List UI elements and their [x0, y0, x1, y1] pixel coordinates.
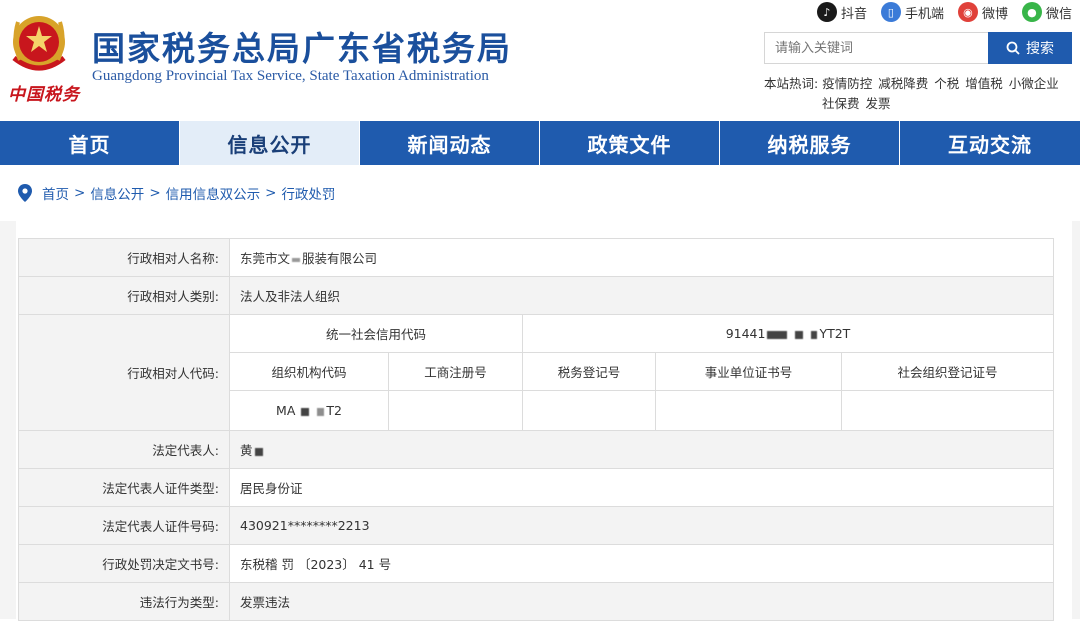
social-wechat[interactable]: ● 微信: [1021, 2, 1072, 22]
org-code-label: 组织机构代码: [229, 352, 389, 391]
decision-number-label: 行政处罚决定文书号:: [18, 544, 230, 583]
hot-word-link[interactable]: 疫情防控: [822, 76, 872, 91]
biz-reg-label: 工商注册号: [388, 352, 523, 391]
hot-word-link[interactable]: 小微企业: [1009, 76, 1059, 91]
institution-label: 事业单位证书号: [655, 352, 842, 391]
hot-word-link[interactable]: 增值税: [965, 76, 1003, 91]
table-row: 行政相对人名称: 东莞市文 服装有限公司: [18, 238, 1054, 277]
hot-word-link[interactable]: 减税降费: [878, 76, 928, 91]
location-pin-icon: [18, 184, 32, 202]
id-type-label: 法定代表人证件类型:: [18, 468, 230, 507]
wechat-icon: ●: [1021, 2, 1042, 22]
nav-item-interaction[interactable]: 互动交流: [900, 121, 1080, 165]
table-row: 法定代表人证件号码: 430921********2213: [18, 506, 1054, 545]
social-links: ♪ 抖音 ▯ 手机端 ◉ 微博 ● 微信: [816, 2, 1072, 22]
breadcrumb-admin-penalty[interactable]: 行政处罚: [281, 183, 335, 203]
main-nav: 首页 信息公开 新闻动态 政策文件 纳税服务 互动交流: [0, 121, 1080, 165]
search-icon: [1006, 41, 1020, 55]
social-org-value: [841, 390, 1054, 431]
search-input[interactable]: [764, 32, 988, 64]
hot-word-link[interactable]: 个税: [934, 76, 959, 91]
nav-item-info-disclosure[interactable]: 信息公开: [180, 121, 360, 165]
hot-word-link[interactable]: 社保费: [822, 96, 860, 111]
code-label: 行政相对人代码:: [18, 314, 230, 431]
nav-item-news[interactable]: 新闻动态: [360, 121, 540, 165]
breadcrumb-separator: >: [74, 185, 86, 201]
biz-reg-value: [388, 390, 523, 431]
name-value: 东莞市文 服装有限公司: [229, 238, 1054, 277]
social-mobile[interactable]: ▯ 手机端: [880, 2, 944, 22]
id-number-value: 430921********2213: [229, 506, 1054, 545]
social-douyin[interactable]: ♪ 抖音: [816, 2, 867, 22]
uscc-label: 统一社会信用代码: [229, 314, 523, 353]
institution-value: [655, 390, 842, 431]
violation-type-label: 违法行为类型:: [18, 582, 230, 621]
site-title[interactable]: 国家税务总局广东省税务局: [92, 22, 512, 70]
nav-item-policy[interactable]: 政策文件: [540, 121, 720, 165]
nav-item-home[interactable]: 首页: [0, 121, 180, 165]
site-title-english[interactable]: Guangdong Provincial Tax Service, State …: [92, 68, 489, 85]
breadcrumb: 首页 > 信息公开 > 信用信息双公示 > 行政处罚: [18, 183, 335, 203]
douyin-icon: ♪: [816, 2, 837, 22]
nav-item-tax-service[interactable]: 纳税服务: [720, 121, 900, 165]
search-button-label: 搜索: [1026, 41, 1054, 57]
search-button[interactable]: 搜索: [988, 32, 1072, 64]
penalty-detail-card: 行政相对人名称: 东莞市文 服装有限公司 行政相对人类别: 法人及非法人组织 行政…: [16, 221, 1072, 621]
table-row: 行政相对人类别: 法人及非法人组织: [18, 276, 1054, 315]
uscc-value: 91441 YT2T: [522, 314, 1054, 353]
social-label: 抖音: [840, 6, 867, 22]
weibo-icon: ◉: [957, 2, 978, 22]
search-box: 搜索: [764, 32, 1072, 64]
tax-emblem-icon[interactable]: [4, 8, 74, 80]
breadcrumb-separator: >: [265, 185, 277, 201]
table-row: 法定代表人证件类型: 居民身份证: [18, 468, 1054, 507]
hot-words-label: 本站热词:: [764, 76, 819, 91]
tax-reg-label: 税务登记号: [522, 352, 656, 391]
breadcrumb-home[interactable]: 首页: [42, 183, 69, 203]
mobile-icon: ▯: [880, 2, 901, 22]
hot-words: 本站热词: 疫情防控 减税降费 个税 增值税 小微企业 社保费 发票: [764, 74, 1074, 114]
table-row: 法定代表人: 黄: [18, 430, 1054, 469]
social-weibo[interactable]: ◉ 微博: [957, 2, 1008, 22]
name-label: 行政相对人名称:: [18, 238, 230, 277]
hot-word-link[interactable]: 发票: [866, 96, 891, 111]
id-number-label: 法定代表人证件号码:: [18, 506, 230, 545]
breadcrumb-separator: >: [149, 185, 161, 201]
org-code-value: MA T2: [229, 390, 389, 431]
table-row: 行政处罚决定文书号: 东税稽 罚 〔2023〕 41 号: [18, 544, 1054, 583]
social-label: 微博: [981, 6, 1008, 22]
table-row: 违法行为类型: 发票违法: [18, 582, 1054, 621]
social-org-label: 社会组织登记证号: [841, 352, 1054, 391]
china-tax-logo: 中国税务: [8, 85, 80, 105]
id-type-value: 居民身份证: [229, 468, 1054, 507]
social-label: 手机端: [904, 6, 944, 22]
type-value: 法人及非法人组织: [229, 276, 1054, 315]
penalty-info-table: 行政相对人名称: 东莞市文 服装有限公司 行政相对人类别: 法人及非法人组织 行政…: [18, 238, 1054, 621]
type-label: 行政相对人类别:: [18, 276, 230, 315]
site-header: 中国税务 国家税务总局广东省税务局 Guangdong Provincial T…: [0, 0, 1080, 121]
decision-number-value: 东税稽 罚 〔2023〕 41 号: [229, 544, 1054, 583]
violation-type-value: 发票违法: [229, 582, 1054, 621]
breadcrumb-credit-info[interactable]: 信用信息双公示: [166, 183, 261, 203]
legal-rep-label: 法定代表人:: [18, 430, 230, 469]
legal-rep-value: 黄: [229, 430, 1054, 469]
tax-reg-value: [522, 390, 656, 431]
table-row: 行政相对人代码: 统一社会信用代码 91441 YT2T: [18, 314, 1054, 431]
social-label: 微信: [1045, 6, 1072, 22]
breadcrumb-info-disclosure[interactable]: 信息公开: [90, 183, 144, 203]
